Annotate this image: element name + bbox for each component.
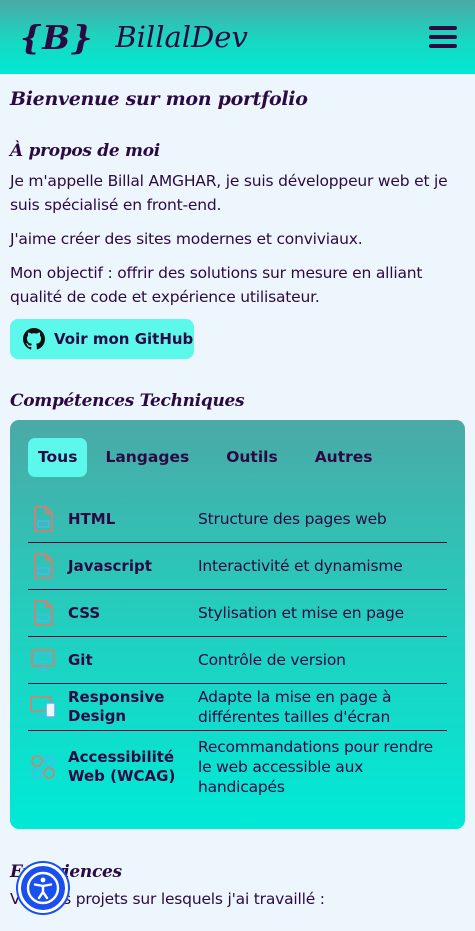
github-icon: [23, 328, 45, 350]
skills-heading: Compétences Techniques: [10, 391, 245, 411]
skill-row-accessibility: Accessibilité Web (WCAG) Recommandations…: [28, 731, 447, 803]
main-content: Bienvenue sur mon portfolio À propos de …: [0, 88, 475, 911]
skill-name: CSS: [68, 603, 101, 622]
brand-name[interactable]: BillalDev: [115, 20, 248, 54]
skill-desc: Adapte la mise en page à différentes tai…: [198, 688, 392, 726]
skill-row-javascript: Javascript Interactivité et dynamisme: [28, 543, 447, 590]
skills-tabs: Tous Langages Outils Autres: [28, 438, 447, 477]
skill-name: Responsive Design: [68, 688, 165, 725]
css-file-icon: [34, 600, 53, 626]
experiences-intro: Voici les projets sur lesquels j'ai trav…: [10, 890, 325, 908]
skill-row-html: HTML Structure des pages web: [28, 496, 447, 543]
hamburger-menu-icon[interactable]: [429, 26, 457, 48]
skills-list: HTML Structure des pages web Javascript …: [28, 496, 447, 803]
tab-all[interactable]: Tous: [28, 438, 88, 477]
accessibility-person-icon: [26, 871, 60, 905]
html-file-icon: [34, 506, 53, 532]
skill-desc: Interactivité et dynamisme: [198, 557, 403, 575]
skill-name: Git: [68, 650, 93, 669]
skill-desc: Structure des pages web: [198, 510, 387, 528]
github-button-label: Voir mon GitHub: [54, 330, 194, 348]
responsive-devices-icon: [30, 696, 56, 718]
tab-tools[interactable]: Outils: [216, 438, 287, 477]
site-header: {B} BillalDev: [0, 0, 475, 74]
about-heading: À propos de moi: [10, 141, 160, 161]
about-paragraph-3: Mon objectif : offrir des solutions sur …: [10, 264, 423, 306]
tab-others[interactable]: Autres: [305, 438, 383, 477]
about-paragraph-2: J'aime créer des sites modernes et convi…: [10, 230, 363, 248]
js-file-icon: [34, 553, 53, 579]
skill-name: Javascript: [68, 556, 152, 575]
skill-row-responsive: Responsive Design Adapte la mise en page…: [28, 684, 447, 731]
skill-desc: Stylisation et mise en page: [198, 604, 404, 622]
tab-languages[interactable]: Langages: [95, 438, 199, 477]
skill-name: Accessibilité Web (WCAG): [68, 748, 176, 785]
skill-desc: Recommandations pour rendre le web acces…: [198, 738, 434, 796]
skill-row-git: Git Contrôle de version: [28, 637, 447, 684]
experiences-heading: Expériences: [10, 862, 122, 882]
logo[interactable]: {B}: [20, 18, 93, 57]
github-button[interactable]: Voir mon GitHub: [10, 319, 194, 359]
git-monitor-icon: [31, 649, 55, 671]
about-paragraph-1: Je m'appelle Billal AMGHAR, je suis déve…: [10, 172, 448, 214]
accessibility-icon: [31, 755, 55, 779]
welcome-heading: Bienvenue sur mon portfolio: [10, 88, 308, 110]
skills-card: Tous Langages Outils Autres HTML Structu…: [10, 420, 465, 829]
skill-row-css: CSS Stylisation et mise en page: [28, 590, 447, 637]
skill-desc: Contrôle de version: [198, 651, 346, 669]
accessibility-widget-button[interactable]: [18, 863, 68, 913]
skill-name: HTML: [68, 509, 116, 528]
